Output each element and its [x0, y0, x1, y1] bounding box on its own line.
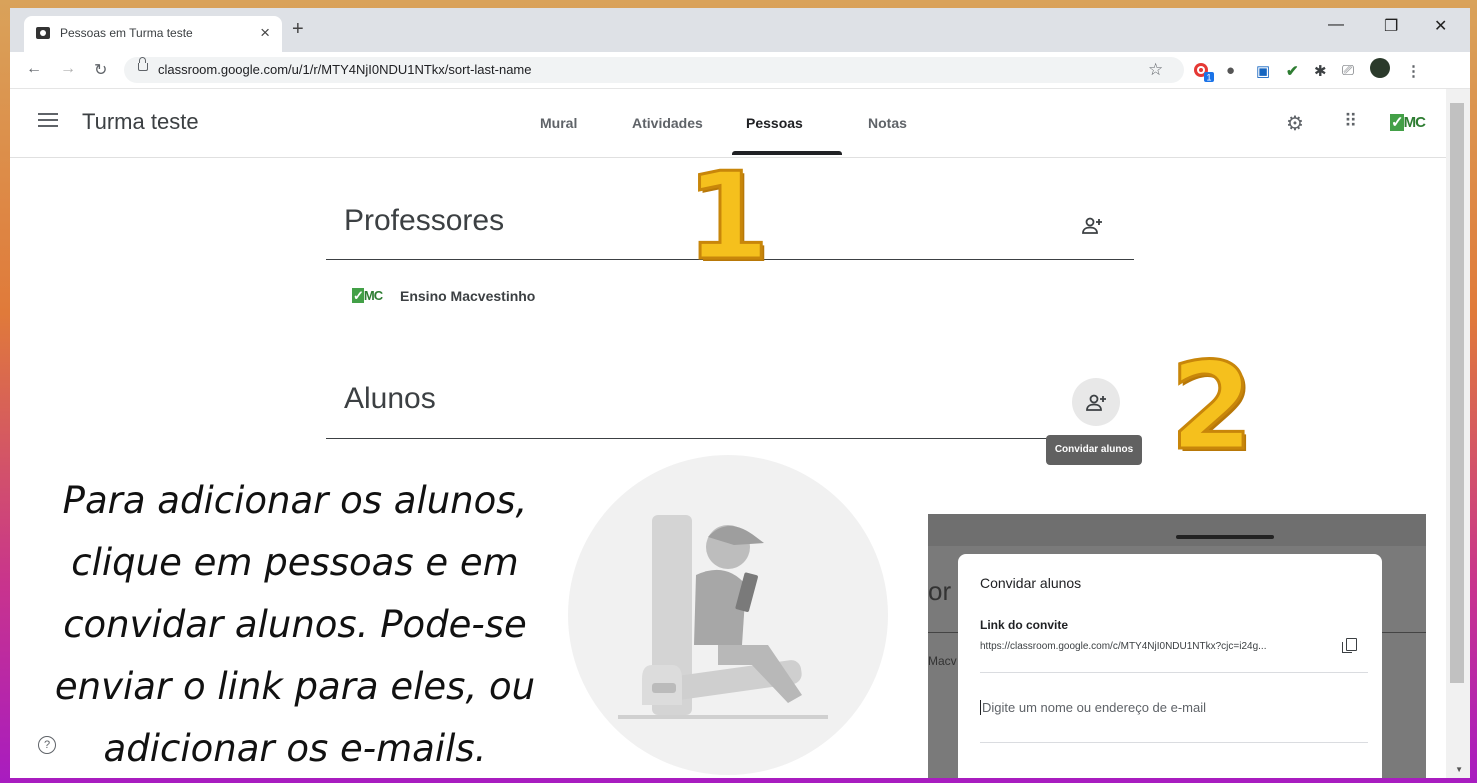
browser-window: Pessoas em Turma teste × + — ❐ ✕ ← → ↻ c… — [10, 8, 1470, 778]
classroom-favicon-icon — [36, 27, 50, 39]
restore-icon[interactable]: ❐ — [1384, 16, 1398, 36]
inset-header — [928, 514, 1426, 546]
instruction-caption: Para adicionar os alunos, clique em pess… — [30, 470, 560, 778]
class-title[interactable]: Turma teste — [82, 109, 199, 135]
apps-grid-icon[interactable]: ⠿ — [1344, 111, 1357, 132]
invite-teacher-icon[interactable] — [1082, 216, 1104, 241]
tab-notas[interactable]: Notas — [868, 115, 907, 131]
invite-dialog-screenshot: or Macv Convidar alunos Link do convite … — [928, 514, 1426, 778]
caption-line: convidar alunos. Pode-se — [63, 603, 527, 646]
invite-students-tooltip: Convidar alunos — [1046, 435, 1142, 465]
scroll-down-arrow-icon[interactable]: ▼ — [1455, 765, 1463, 774]
student-reading-illustration — [618, 515, 828, 719]
empty-state-illustration — [568, 455, 888, 775]
reload-icon[interactable]: ↻ — [94, 60, 107, 80]
minimize-icon[interactable]: — — [1328, 16, 1344, 34]
step-2-annotation: 2 — [1169, 337, 1255, 479]
inset-background-heading: or — [928, 576, 952, 606]
email-input-underline — [980, 742, 1368, 743]
inset-background-name: Macv — [928, 654, 957, 668]
caption-line: Para adicionar os alunos, — [62, 479, 528, 522]
add-person-icon — [1086, 394, 1106, 411]
invite-link-label: Link do convite — [980, 618, 1069, 632]
forward-icon[interactable]: → — [60, 60, 76, 78]
browser-toolbar: ← → ↻ classroom.google.com/u/1/r/MTY4NjI… — [10, 52, 1470, 89]
extension-puzzle2-icon[interactable]: ● — [1226, 62, 1235, 79]
step-1-annotation: 1 — [685, 147, 771, 289]
settings-gear-icon[interactable]: ⚙ — [1286, 111, 1304, 136]
students-heading: Alunos — [344, 382, 436, 415]
url-text: classroom.google.com/u/1/r/MTY4NjI0NDU1N… — [158, 62, 532, 77]
address-bar[interactable]: classroom.google.com/u/1/r/MTY4NjI0NDU1N… — [124, 57, 1184, 83]
extensions-puzzle-icon[interactable]: ✱ — [1314, 62, 1327, 80]
extension-screen-icon[interactable]: ▣ — [1256, 62, 1270, 80]
caption-line: adicionar os e-mails. — [103, 727, 487, 770]
back-icon[interactable]: ← — [26, 60, 42, 78]
invite-link-value[interactable]: https://classroom.google.com/c/MTY4NjI0N… — [980, 641, 1267, 652]
teacher-name[interactable]: Ensino Macvestinho — [400, 288, 535, 304]
copy-link-icon[interactable] — [1342, 638, 1357, 653]
invite-students-dialog: Convidar alunos Link do convite https://… — [958, 554, 1382, 778]
menu-dots-icon[interactable]: ⋮ — [1406, 62, 1421, 80]
email-input[interactable]: Digite um nome ou endereço de e-mail — [980, 700, 1206, 715]
dialog-divider — [980, 672, 1368, 673]
page-scrollbar[interactable]: ▼ — [1446, 89, 1470, 778]
bookmark-star-icon[interactable]: ☆ — [1148, 60, 1163, 80]
dialog-title: Convidar alunos — [980, 575, 1082, 591]
scrollbar-thumb[interactable] — [1450, 103, 1464, 683]
cast-icon[interactable]: ⎚ — [1342, 62, 1354, 79]
lock-icon — [138, 57, 148, 71]
invite-students-button[interactable] — [1072, 378, 1120, 426]
tab-strip: Pessoas em Turma teste × + — ❐ ✕ — [10, 8, 1470, 52]
caption-line: clique em pessoas e em — [71, 541, 519, 584]
browser-tab[interactable]: Pessoas em Turma teste × — [24, 16, 282, 52]
help-icon[interactable]: ? — [38, 736, 56, 754]
hamburger-menu-icon[interactable] — [38, 113, 58, 127]
extension-badge: 1 — [1206, 73, 1211, 83]
tab-pessoas[interactable]: Pessoas — [746, 115, 803, 131]
new-tab-button[interactable]: + — [292, 18, 304, 41]
extension-check-icon[interactable]: ✔ — [1286, 62, 1299, 80]
tab-atividades[interactable]: Atividades — [632, 115, 703, 131]
teacher-avatar: ✓MC — [352, 288, 383, 303]
tab-title: Pessoas em Turma teste — [60, 26, 193, 40]
tab-mural[interactable]: Mural — [540, 115, 577, 131]
teachers-heading: Professores — [344, 204, 505, 237]
inset-tab-indicator — [1176, 535, 1274, 539]
students-divider — [326, 438, 1134, 439]
account-logo[interactable]: ✓MC — [1390, 113, 1426, 131]
profile-avatar[interactable] — [1370, 58, 1390, 78]
extension-target-icon[interactable]: 1 — [1192, 62, 1214, 86]
close-tab-icon[interactable]: × — [260, 23, 270, 43]
close-window-icon[interactable]: ✕ — [1434, 16, 1447, 36]
caption-line: enviar o link para eles, ou — [54, 665, 536, 708]
